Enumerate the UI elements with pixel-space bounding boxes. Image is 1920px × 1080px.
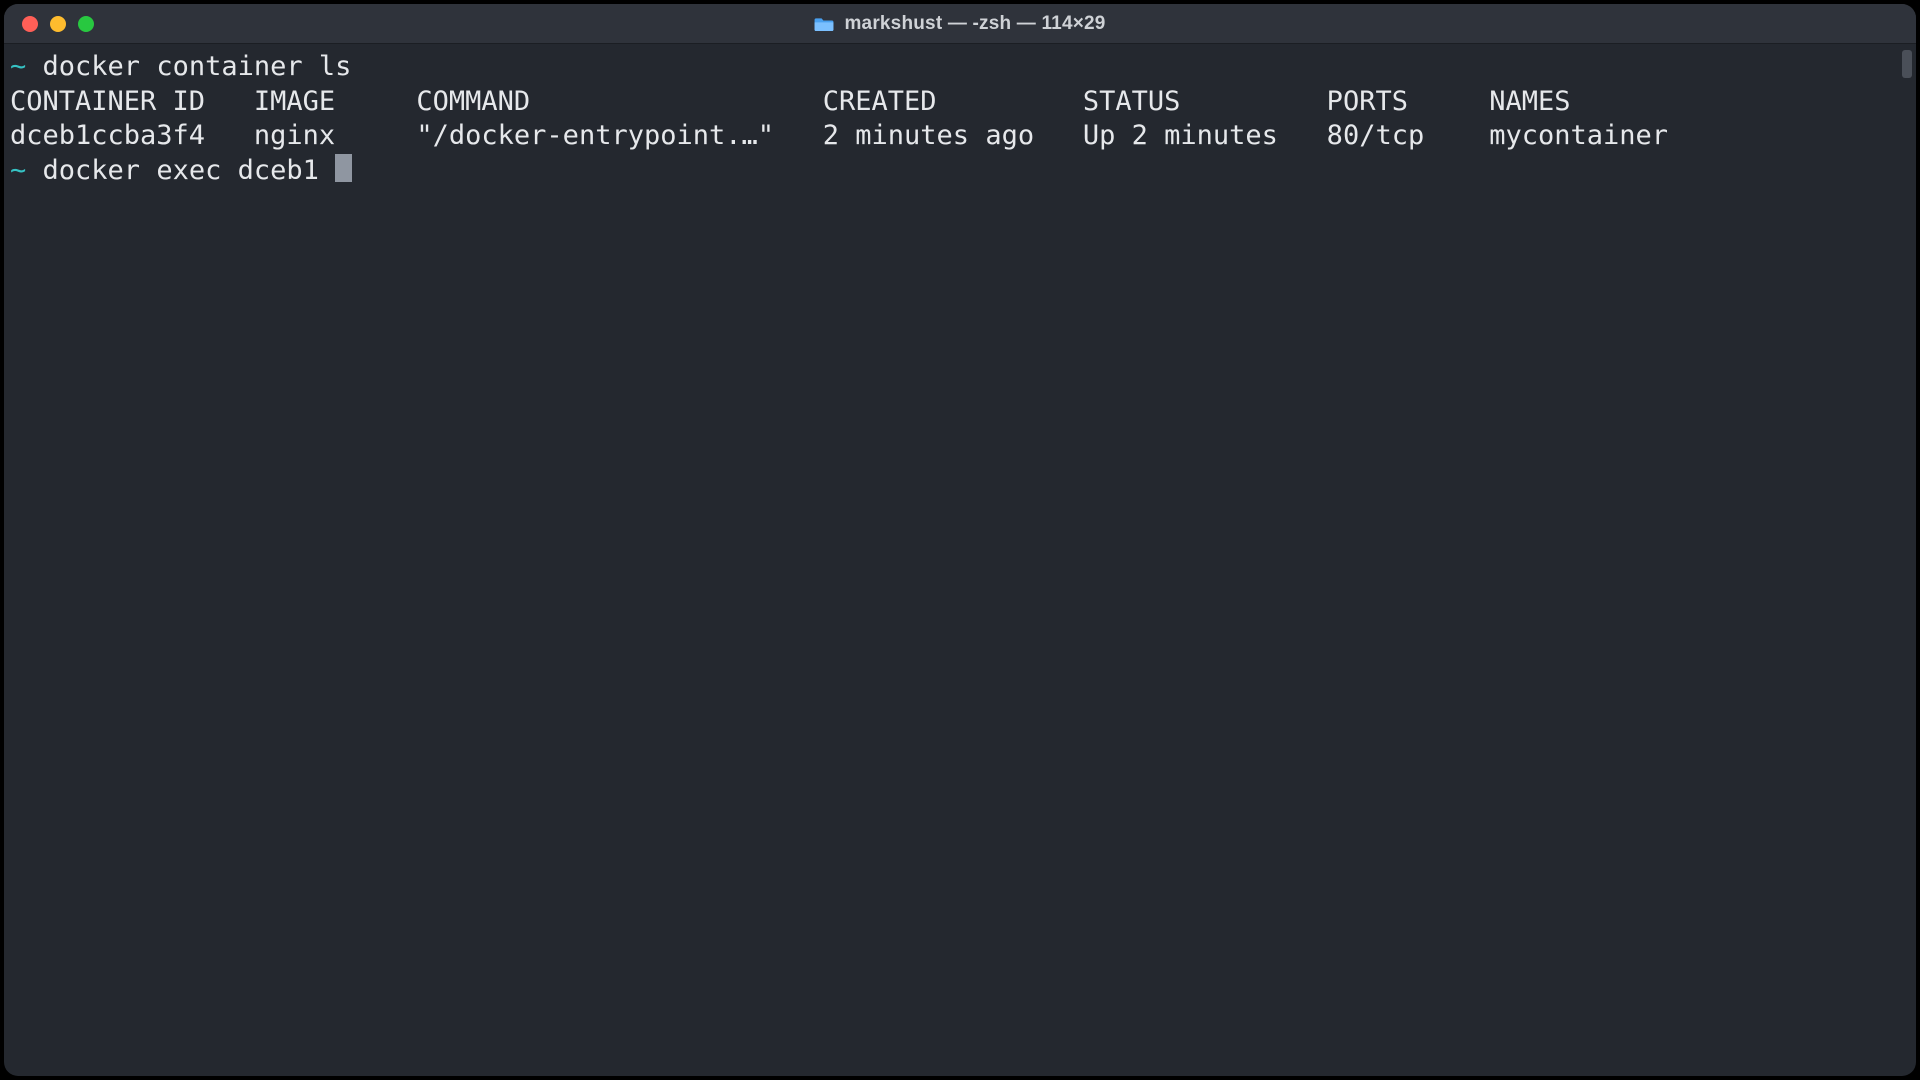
window-title-group: markshust — -zsh — 114×29 <box>4 13 1916 35</box>
close-icon[interactable] <box>22 16 38 32</box>
cursor-icon <box>335 154 352 182</box>
prompt-symbol: ~ <box>10 155 26 186</box>
terminal-output: ~ docker container lsCONTAINER ID IMAGE … <box>10 50 1910 188</box>
terminal-window: markshust — -zsh — 114×29 ~ docker conta… <box>4 4 1916 1076</box>
folder-icon <box>814 16 834 32</box>
table-header-row: CONTAINER ID IMAGE COMMAND CREATED STATU… <box>10 85 1910 120</box>
prompt-line-2[interactable]: ~ docker exec dceb1 <box>10 154 1910 189</box>
zoom-icon[interactable] <box>78 16 94 32</box>
minimize-icon[interactable] <box>50 16 66 32</box>
table-row: dceb1ccba3f4 nginx "/docker-entrypoint.…… <box>10 119 1910 154</box>
window-title: markshust — -zsh — 114×29 <box>844 13 1105 35</box>
scrollbar-thumb[interactable] <box>1902 50 1912 78</box>
prompt-symbol: ~ <box>10 51 26 82</box>
traffic-lights <box>4 16 94 32</box>
command-input[interactable]: docker exec dceb1 <box>43 155 336 186</box>
prompt-line-1: ~ docker container ls <box>10 50 1910 85</box>
command-text: docker container ls <box>43 51 352 82</box>
terminal-viewport[interactable]: ~ docker container lsCONTAINER ID IMAGE … <box>4 44 1916 1076</box>
titlebar[interactable]: markshust — -zsh — 114×29 <box>4 4 1916 44</box>
